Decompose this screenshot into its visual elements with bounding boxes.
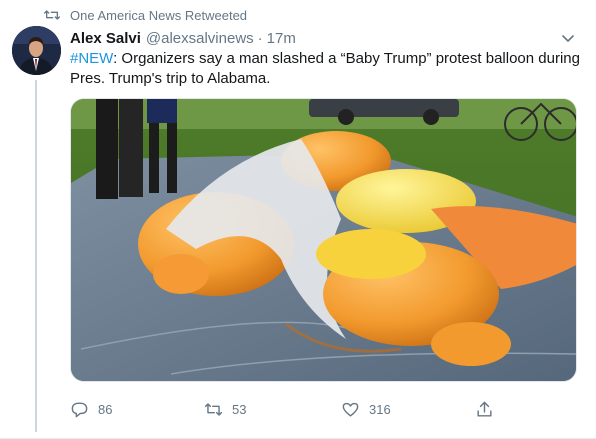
author-handle[interactable]: @alexsalvinews: [146, 30, 254, 47]
hashtag-link[interactable]: #NEW: [70, 50, 113, 67]
tweet-time[interactable]: 17m: [267, 30, 296, 47]
reply-button[interactable]: 86: [70, 398, 112, 420]
reply-icon: [71, 401, 88, 417]
retweet-count: 53: [232, 401, 247, 417]
tweet-body: : Organizers say a man slashed a “Baby T…: [70, 50, 580, 87]
like-button[interactable]: 316: [341, 398, 391, 420]
retweet-context: One America News Retweeted: [44, 6, 247, 24]
share-icon: [477, 401, 492, 417]
reply-count: 86: [98, 401, 113, 417]
photo-media[interactable]: [70, 98, 577, 382]
separator-dot: ·: [257, 29, 263, 47]
share-button[interactable]: [475, 398, 503, 420]
like-count: 316: [369, 401, 391, 417]
tweet-text: #NEW: Organizers say a man slashed a “Ba…: [70, 49, 580, 89]
retweet-context-label[interactable]: One America News Retweeted: [70, 8, 247, 23]
tweet-header: Alex Salvi @alexsalvinews · 17m: [70, 28, 576, 48]
thread-line: [35, 80, 37, 432]
media-image: [71, 99, 576, 381]
retweet-icon: [204, 402, 223, 416]
avatar-image: [12, 26, 61, 75]
avatar[interactable]: [12, 26, 61, 75]
tweet-actions: 86 53 316: [70, 398, 510, 420]
retweet-icon: [44, 10, 60, 20]
author-name[interactable]: Alex Salvi: [70, 30, 141, 47]
retweet-button[interactable]: 53: [204, 398, 246, 420]
heart-icon: [342, 402, 359, 417]
chevron-down-icon[interactable]: [560, 30, 576, 46]
